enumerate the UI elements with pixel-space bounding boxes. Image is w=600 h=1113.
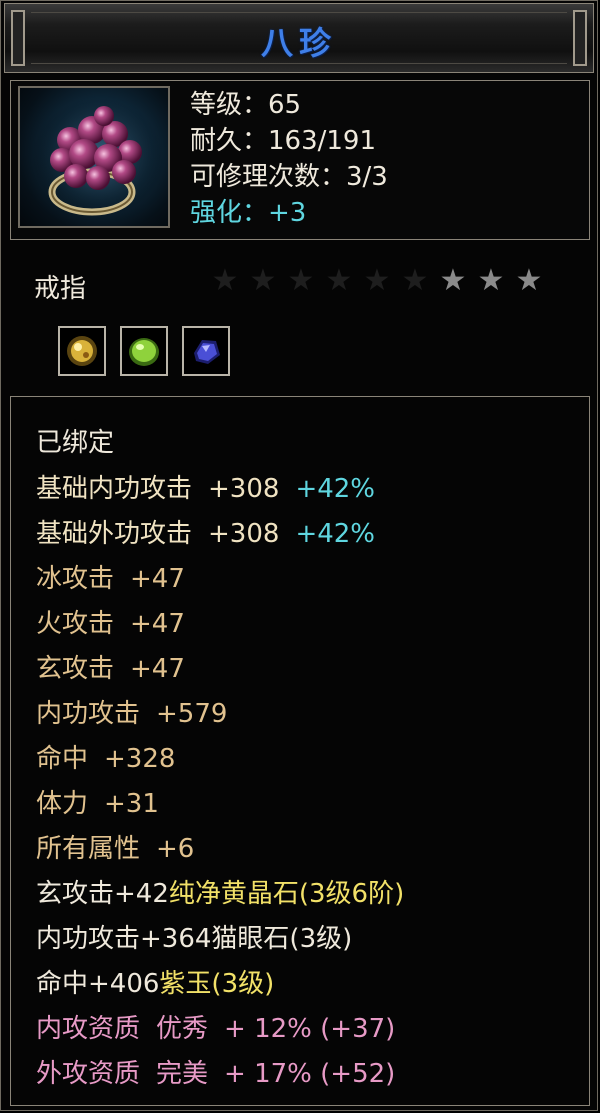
star-icon: ★ [401, 263, 429, 298]
attr-row: 体力 +31 [36, 789, 159, 819]
star-icon: ★ [325, 263, 353, 298]
star-icon: ★ [515, 263, 543, 298]
attr-row: 冰攻击 +47 [36, 564, 185, 594]
attr-row: 玄攻击 +47 [36, 654, 185, 684]
item-category: 戒指 [34, 274, 87, 304]
item-enhance-level: 强化：+3 [190, 198, 307, 228]
star-icon: ★ [211, 263, 239, 298]
attr-row: 所有属性 +6 [36, 834, 195, 864]
star-icon: ★ [439, 263, 467, 298]
item-level: 等级：65 [190, 90, 302, 120]
attr-row: 基础内功攻击 +308 +42% [36, 474, 376, 504]
star-rating: ★ ★ ★ ★ ★ ★ ★ ★ ★ [210, 266, 544, 296]
quality-row: 内攻资质 优秀 + 12% (+37) [36, 1014, 396, 1044]
attr-row: 基础外功攻击 +308 +42% [36, 519, 376, 549]
item-name: 八珍 [260, 24, 337, 62]
item-durability: 耐久：163/191 [190, 126, 377, 156]
gem-slot-green[interactable] [120, 326, 168, 376]
attr-row: 火攻击 +47 [36, 609, 185, 639]
gem-bonus-row: 玄攻击+42纯净黄晶石(3级6阶) [36, 879, 405, 909]
blue-gem-icon [194, 340, 220, 364]
ring-icon [18, 86, 170, 228]
green-gem-icon [129, 338, 159, 366]
star-icon: ★ [287, 263, 315, 298]
title-bar: 八珍 [4, 3, 594, 73]
gem-bonus-row: 命中+406紫玉(3级) [36, 969, 275, 999]
gem-slot-blue[interactable] [182, 326, 230, 376]
gem-slot-yellow[interactable] [58, 326, 106, 376]
quality-row: 外攻资质 完美 + 17% (+52) [36, 1059, 396, 1089]
attr-row: 命中 +328 [36, 744, 176, 774]
star-icon: ★ [363, 263, 391, 298]
bound-status: 已绑定 [36, 428, 115, 458]
item-repair-count: 可修理次数：3/3 [190, 162, 388, 192]
gem-bonus-row: 内功攻击+364猫眼石(3级) [36, 924, 353, 954]
star-icon: ★ [477, 263, 505, 298]
star-icon: ★ [249, 263, 277, 298]
gem-slots [58, 326, 230, 376]
yellow-gem-icon [67, 336, 97, 366]
attr-row: 内功攻击 +579 [36, 699, 228, 729]
